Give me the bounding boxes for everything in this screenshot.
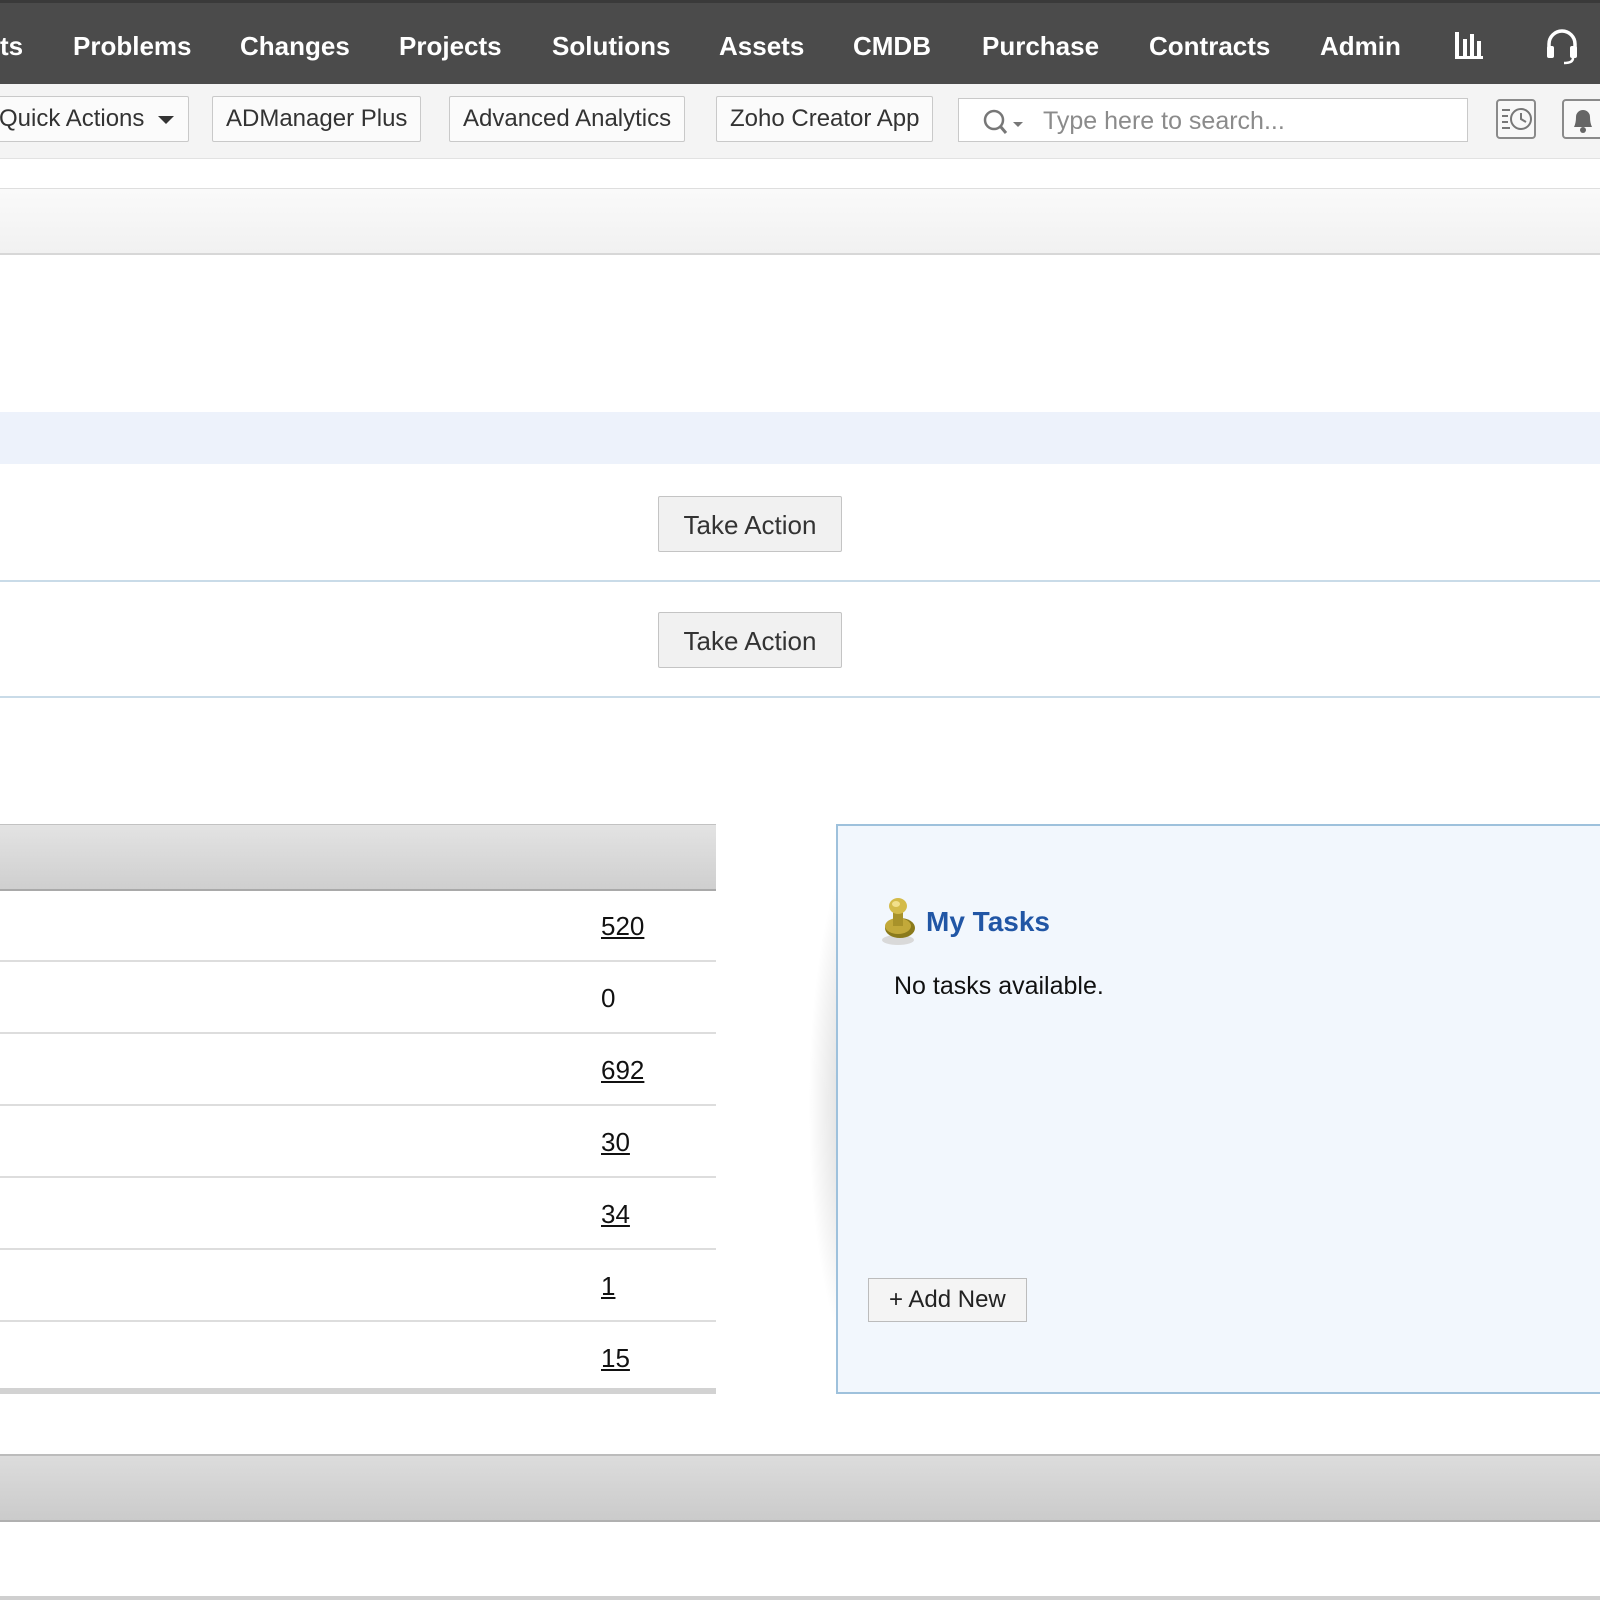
recent-history-icon[interactable] [1496,99,1536,139]
table-row: 692 [0,1034,716,1106]
tasks-title[interactable]: My Tasks [926,906,1050,938]
pushpin-icon [882,898,915,945]
stat-value-link[interactable]: 30 [601,1106,630,1178]
headset-icon[interactable] [1544,27,1580,65]
section-header-band [0,188,1600,255]
section-footer-band [0,1454,1600,1522]
page-bottom-border [0,1596,1600,1600]
search-icon[interactable] [981,108,1031,136]
nav-item-cmdb[interactable]: CMDB [853,3,931,87]
take-action-button[interactable]: Take Action [658,612,842,668]
nav-item-requests[interactable]: ts [0,3,23,87]
table-row: 520 [0,890,716,962]
table-row: 34 [0,1178,716,1250]
action-row: Take Action [0,580,1600,698]
zoho-creator-app-button[interactable]: Zoho Creator App [716,96,934,142]
top-navigation-bar: ts Problems Changes Projects Solutions A… [0,0,1600,84]
quick-actions-label: Quick Actions [0,105,145,132]
reports-icon[interactable] [1452,29,1486,63]
search-input[interactable] [1041,103,1445,139]
global-search [958,98,1468,142]
action-row: Take Action [0,464,1600,582]
advanced-analytics-button[interactable]: Advanced Analytics [449,96,686,142]
nav-item-problems[interactable]: Problems [73,3,192,87]
toolbar: Quick Actions ADManager Plus Advanced An… [0,84,1600,159]
stat-value-link[interactable]: 692 [601,1034,644,1106]
stat-value: 0 [601,983,616,1013]
admanager-plus-button[interactable]: ADManager Plus [212,96,422,142]
stats-table-header [0,824,716,891]
table-row: 15 [0,1322,716,1394]
nav-item-assets[interactable]: Assets [719,3,804,87]
table-row: 0 [0,962,716,1034]
chevron-down-icon [158,115,175,124]
nav-item-purchase[interactable]: Purchase [982,3,1099,87]
table-row: 30 [0,1106,716,1178]
stat-value-link[interactable]: 520 [601,890,644,962]
notification-bell-icon[interactable] [1562,99,1600,139]
add-new-task-button[interactable]: + Add New [868,1278,1027,1322]
my-tasks-panel: My Tasks No tasks available. + Add New [836,824,1600,1394]
stat-value-link[interactable]: 15 [601,1322,630,1394]
nav-item-projects[interactable]: Projects [399,3,502,87]
nav-item-contracts[interactable]: Contracts [1149,3,1270,87]
nav-item-solutions[interactable]: Solutions [552,3,670,87]
section-subheader-band [0,412,1600,464]
nav-item-changes[interactable]: Changes [240,3,350,87]
stat-value-link[interactable]: 34 [601,1178,630,1250]
table-row: 1 [0,1250,716,1322]
stat-value-link[interactable]: 1 [601,1250,615,1322]
nav-item-admin[interactable]: Admin [1320,3,1401,87]
quick-actions-dropdown[interactable]: Quick Actions [0,96,189,142]
stats-table-footer [0,1388,716,1394]
take-action-button[interactable]: Take Action [658,496,842,552]
tasks-empty-message: No tasks available. [894,972,1104,1000]
